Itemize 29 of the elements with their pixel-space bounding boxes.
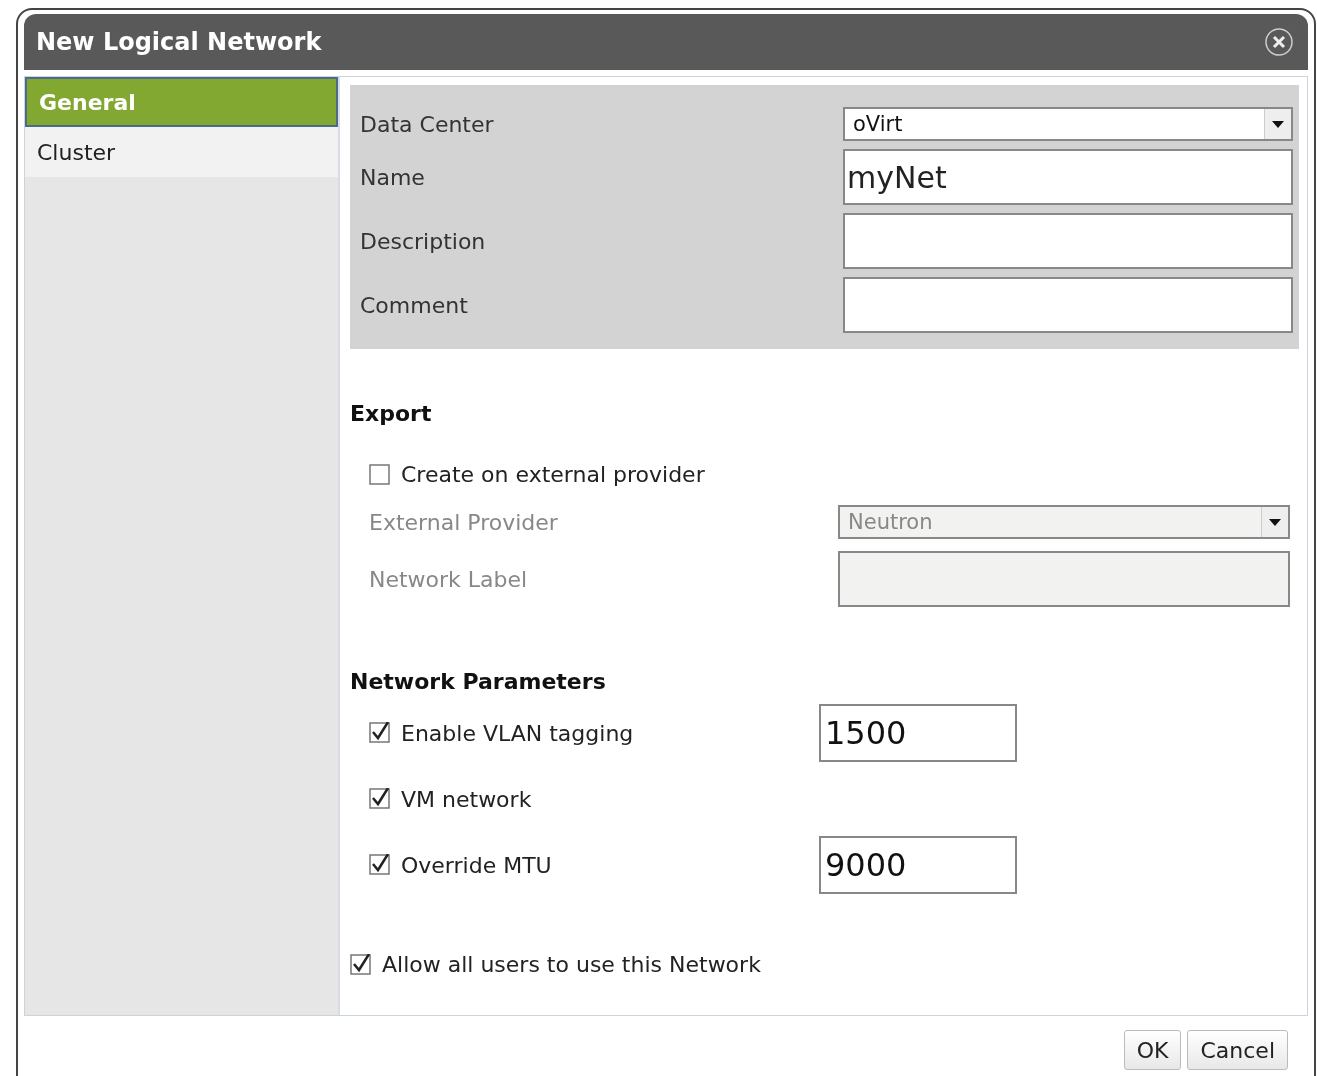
- text-field[interactable]: myNet: [843, 149, 1293, 205]
- checkbox[interactable]: [369, 722, 391, 744]
- text-field[interactable]: [843, 213, 1293, 269]
- window-title: New Logical Network: [36, 28, 322, 56]
- checkbox-label: Override MTU: [401, 852, 552, 878]
- field-label: External Provider: [369, 509, 559, 535]
- close-icon[interactable]: [1264, 27, 1294, 57]
- dropdown[interactable]: oVirt: [843, 107, 1293, 141]
- field-label: Data Center: [360, 111, 495, 137]
- field-label: Network Label: [369, 566, 529, 592]
- checkbox[interactable]: [350, 953, 372, 976]
- text-field[interactable]: 1500: [819, 704, 1017, 762]
- field-label: Comment: [360, 292, 469, 318]
- section-heading: Network Parameters: [350, 669, 607, 694]
- dialog-button[interactable]: OK: [1123, 1030, 1182, 1070]
- checkbox[interactable]: [369, 788, 391, 810]
- dialog-button[interactable]: Cancel: [1187, 1030, 1288, 1070]
- field-label: Name: [360, 164, 426, 190]
- text-field[interactable]: 9000: [819, 836, 1017, 894]
- checkbox-label: VM network: [401, 786, 532, 812]
- sidebar-tab[interactable]: Cluster: [25, 127, 338, 177]
- field-label: Description: [360, 228, 487, 254]
- checkbox-label: Allow all users to use this Network: [382, 952, 761, 977]
- checkbox[interactable]: [369, 854, 391, 876]
- section-heading: Export: [350, 401, 433, 426]
- checkbox-label: Create on external provider: [401, 462, 705, 487]
- checkbox[interactable]: [369, 463, 391, 486]
- text-field[interactable]: [843, 277, 1293, 333]
- checkbox-label: Enable VLAN tagging: [401, 720, 634, 746]
